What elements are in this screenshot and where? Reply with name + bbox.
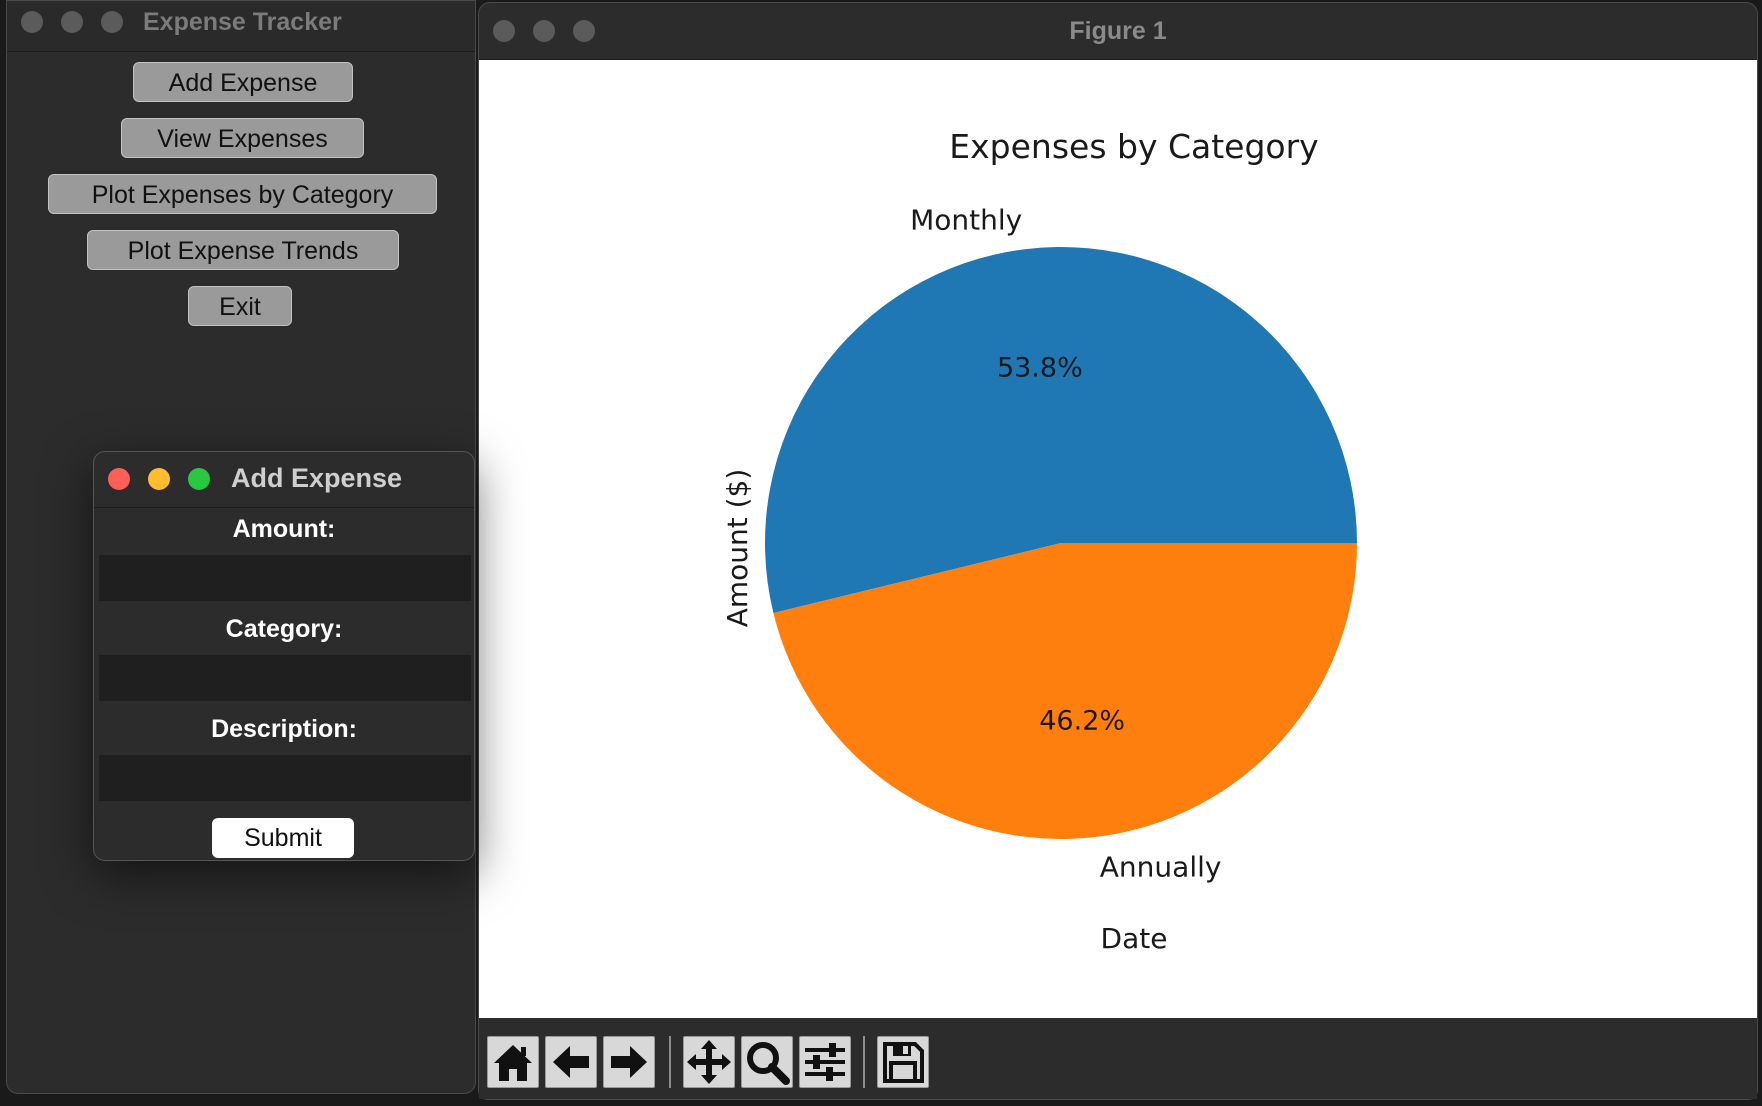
- zoom-button[interactable]: [188, 468, 210, 490]
- toolbar-separator: [669, 1036, 671, 1088]
- pie-category-label: Monthly: [910, 204, 1022, 237]
- back-arrow-icon: [553, 1046, 589, 1078]
- dialog-titlebar[interactable]: Add Expense: [94, 452, 474, 508]
- toolbar-separator: [863, 1036, 865, 1088]
- pie-chart: Expenses by Category 53.8% Monthly 46.2% An…: [721, 127, 1357, 955]
- pie-percent-label: 46.2%: [1039, 705, 1125, 736]
- amount-label: Amount:: [232, 515, 336, 543]
- minimize-button[interactable]: [61, 11, 83, 33]
- pan-icon: [687, 1040, 731, 1084]
- dialog-window-controls: [108, 468, 210, 490]
- zoom-icon: [747, 1042, 790, 1085]
- tracker-window-controls: [21, 11, 123, 33]
- minimize-button[interactable]: [148, 468, 170, 490]
- home-icon: [494, 1045, 532, 1081]
- close-button[interactable]: [21, 11, 43, 33]
- zoom-to-rectangle-button[interactable]: [741, 1036, 793, 1088]
- configure-subplots-button[interactable]: [799, 1036, 851, 1088]
- configure-subplots-icon: [805, 1043, 845, 1081]
- forward-arrow-icon: [611, 1046, 647, 1078]
- figure-titlebar[interactable]: Figure 1: [479, 3, 1757, 60]
- x-axis-label: Date: [1101, 922, 1168, 955]
- home-button[interactable]: [487, 1036, 539, 1088]
- forward-button[interactable]: [603, 1036, 655, 1088]
- category-label: Category:: [225, 615, 343, 643]
- tracker-window-title: Expense Tracker: [143, 8, 342, 36]
- category-field[interactable]: [99, 655, 471, 701]
- view-expenses-button[interactable]: View Expenses: [121, 118, 364, 158]
- pie-category-label: Annually: [1100, 850, 1222, 883]
- add-expense-dialog: Add Expense Amount: Category: Descriptio…: [93, 451, 475, 861]
- figure-window: Figure 1 Expenses by Category 53.8% Month…: [478, 2, 1758, 1100]
- pan-button[interactable]: [683, 1036, 735, 1088]
- plot-expenses-by-category-button[interactable]: Plot Expenses by Category: [48, 174, 437, 214]
- add-expense-button[interactable]: Add Expense: [133, 62, 353, 102]
- description-label: Description:: [211, 715, 357, 743]
- plot-canvas[interactable]: Expenses by Category 53.8% Monthly 46.2% An…: [479, 60, 1757, 1018]
- zoom-button[interactable]: [101, 11, 123, 33]
- figure-window-title: Figure 1: [1069, 17, 1167, 45]
- back-button[interactable]: [545, 1036, 597, 1088]
- pie-percent-label: 53.8%: [997, 353, 1083, 384]
- save-icon: [883, 1042, 924, 1083]
- description-field[interactable]: [99, 755, 471, 801]
- tracker-titlebar[interactable]: Expense Tracker: [7, 1, 475, 52]
- chart-title: Expenses by Category: [949, 127, 1318, 166]
- amount-field[interactable]: [99, 555, 471, 601]
- plot-expense-trends-button[interactable]: Plot Expense Trends: [87, 230, 399, 270]
- close-button[interactable]: [108, 468, 130, 490]
- exit-button[interactable]: Exit: [188, 286, 292, 326]
- y-axis-label: Amount ($): [721, 469, 754, 628]
- submit-button[interactable]: Submit: [212, 818, 354, 858]
- pie-slices: [765, 247, 1357, 840]
- navigation-toolbar: [479, 1018, 1757, 1099]
- save-figure-button[interactable]: [877, 1036, 929, 1088]
- dialog-title: Add Expense: [231, 463, 403, 493]
